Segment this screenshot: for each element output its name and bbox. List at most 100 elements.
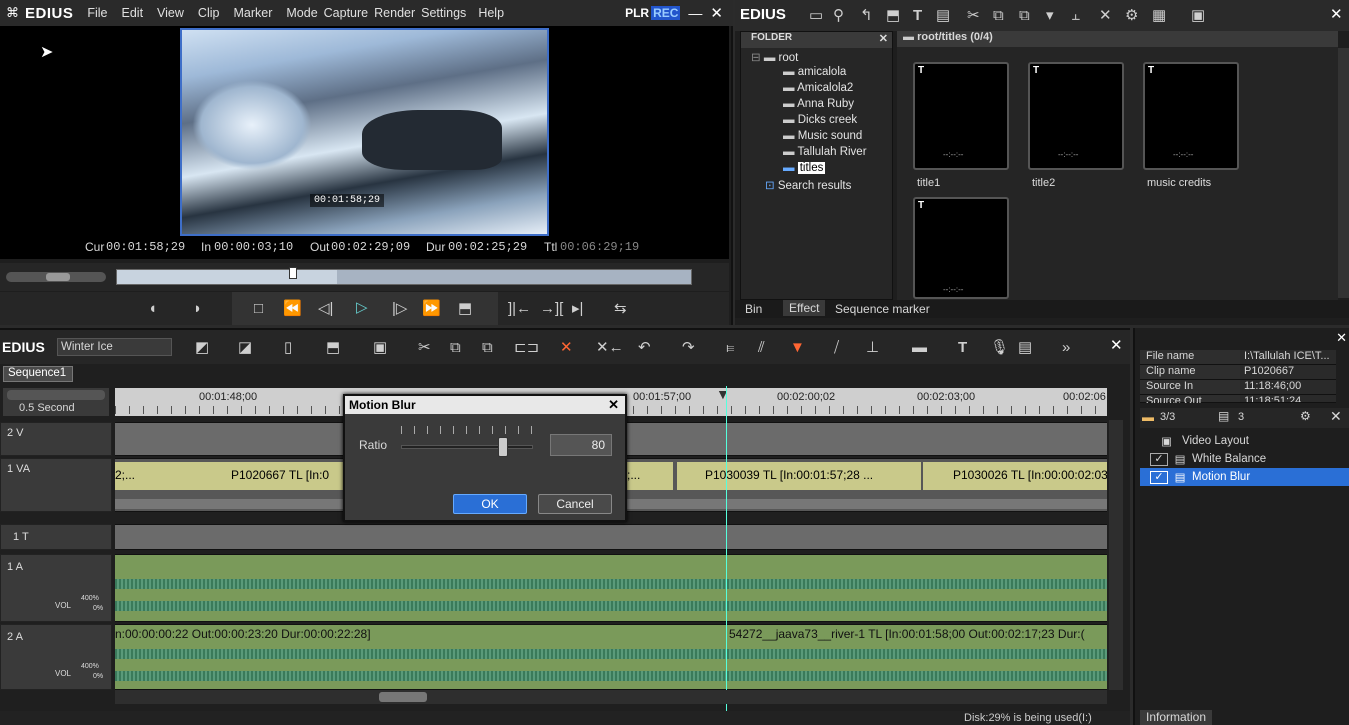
- menu-help[interactable]: Help: [478, 6, 504, 20]
- filter-list-icon[interactable]: ▤: [1218, 409, 1229, 423]
- close-icon[interactable]: ✕: [710, 4, 723, 22]
- info-close-icon[interactable]: ✕: [1336, 330, 1347, 346]
- plr-mode-button[interactable]: PLR: [625, 6, 649, 20]
- new-folder-icon[interactable]: ▭: [809, 8, 823, 23]
- filter-item-video-layout[interactable]: ▣ Video Layout: [1140, 432, 1349, 450]
- track-header-2v[interactable]: 2 V: [0, 422, 112, 456]
- play-loop-icon[interactable]: ⬒: [458, 301, 472, 316]
- play-icon[interactable]: ▷: [356, 300, 368, 315]
- tab-bin[interactable]: Bin: [745, 302, 762, 316]
- menu-render[interactable]: Render: [374, 6, 415, 20]
- ratio-input[interactable]: 80: [550, 434, 612, 456]
- properties-icon[interactable]: ⚙: [1125, 8, 1138, 23]
- stop-icon[interactable]: □: [254, 301, 263, 316]
- video-clip[interactable]: ;...: [625, 462, 673, 490]
- add-clip-icon[interactable]: ⬒: [886, 8, 900, 23]
- bin-settings-icon[interactable]: ▣: [1191, 8, 1205, 23]
- ripple-delete-icon[interactable]: ✕←: [596, 340, 624, 355]
- set-in-icon[interactable]: ◖: [148, 301, 157, 316]
- step-forward-icon[interactable]: |▷: [392, 301, 407, 316]
- bin-scrollbar[interactable]: [1338, 48, 1349, 298]
- split-icon[interactable]: ⫽: [758, 340, 765, 355]
- ok-button[interactable]: OK: [453, 494, 527, 514]
- tree-item-amicalola[interactable]: ▬ amicalola: [741, 66, 892, 82]
- cut-clip-icon[interactable]: ✂: [418, 340, 431, 355]
- view-mode-icon[interactable]: ▦: [1152, 8, 1166, 23]
- fast-forward-icon[interactable]: ⏩: [422, 301, 441, 316]
- filter-item-white-balance[interactable]: ✓ ▤ White Balance: [1140, 450, 1349, 468]
- ripple-icon[interactable]: ⊏⊐: [514, 340, 539, 355]
- zoom-slider[interactable]: [7, 390, 105, 400]
- folder-close-icon[interactable]: ✕: [879, 32, 888, 45]
- minimize-icon[interactable]: —: [688, 5, 702, 21]
- link-icon[interactable]: ▬: [912, 340, 927, 355]
- position-bar[interactable]: [116, 267, 692, 285]
- menu-clip[interactable]: Clip: [198, 6, 220, 20]
- sequence-tab[interactable]: Sequence1: [3, 366, 73, 382]
- print-to-tape-icon[interactable]: ▤: [1018, 340, 1032, 355]
- search-icon[interactable]: ⚲: [833, 8, 844, 23]
- tab-information[interactable]: Information: [1140, 710, 1213, 725]
- paste-icon[interactable]: ⧉: [1019, 8, 1030, 23]
- snap-icon[interactable]: ⫢: [726, 340, 735, 355]
- rewind-icon[interactable]: ⏪: [283, 301, 302, 316]
- menu-mode[interactable]: Mode: [286, 6, 317, 20]
- new-project-icon[interactable]: ▯: [284, 340, 292, 355]
- video-clip[interactable]: 2;... P1020667 TL [In:0: [115, 462, 345, 490]
- more-icon[interactable]: »: [1062, 340, 1070, 355]
- send-to-timeline-icon[interactable]: ⫠: [1071, 8, 1080, 23]
- ratio-slider-handle[interactable]: [498, 437, 508, 457]
- tree-item-anna-ruby[interactable]: ▬ Anna Ruby: [741, 98, 892, 114]
- save-icon[interactable]: ▣: [373, 340, 387, 355]
- step-back-icon[interactable]: ◁|: [318, 301, 333, 316]
- open-sequence-icon[interactable]: ◪: [238, 340, 252, 355]
- lane-1a[interactable]: [115, 554, 1107, 622]
- tree-item-dicks-creek[interactable]: ▬ Dicks creek: [741, 114, 892, 130]
- tree-item-search-results[interactable]: ⊡ Search results: [741, 178, 892, 194]
- title-thumbnail[interactable]: T --:--:--: [913, 62, 1009, 170]
- title-thumbnail[interactable]: T --:--:--: [1143, 62, 1239, 170]
- checkbox-icon[interactable]: ✓: [1150, 452, 1168, 466]
- undo-icon[interactable]: ↶: [638, 340, 651, 355]
- menu-marker[interactable]: Marker: [233, 6, 272, 20]
- timescale-label[interactable]: 0.5 Second: [19, 402, 75, 414]
- delete-clip-icon[interactable]: ✕: [560, 340, 573, 355]
- pin-icon[interactable]: ▾: [1046, 8, 1054, 23]
- copy-clip-icon[interactable]: ⧉: [450, 340, 461, 355]
- video-clip[interactable]: P1030039 TL [In:00:01:57;28 ...: [677, 462, 921, 490]
- track-header-1a[interactable]: 1 A VOL 400% 0%: [0, 554, 112, 622]
- menu-view[interactable]: View: [157, 6, 184, 20]
- dialog-close-icon[interactable]: ✕: [608, 396, 619, 414]
- up-folder-icon[interactable]: ↰: [860, 8, 873, 23]
- lane-1t[interactable]: [115, 524, 1107, 550]
- track-header-1va[interactable]: 1 VA: [0, 458, 112, 512]
- new-sequence-icon[interactable]: ◩: [195, 340, 209, 355]
- playhead-handle[interactable]: [289, 267, 297, 279]
- open-project-icon[interactable]: ⬒: [326, 340, 340, 355]
- timeline-close-icon[interactable]: ✕: [1110, 336, 1123, 354]
- delete-filter-icon[interactable]: ✕: [1330, 408, 1342, 425]
- properties-icon[interactable]: ⚙: [1300, 409, 1311, 423]
- checkbox-icon[interactable]: ✓: [1150, 470, 1168, 484]
- menu-edit[interactable]: Edit: [122, 6, 144, 20]
- project-name-field[interactable]: Winter Ice: [57, 338, 172, 356]
- rec-mode-button[interactable]: REC: [651, 6, 681, 20]
- filter-item-motion-blur[interactable]: ✓ ▤ Motion Blur: [1140, 468, 1349, 486]
- track-header-2a[interactable]: 2 A VOL 400% 0%: [0, 624, 112, 690]
- video-clip[interactable]: P1030026 TL [In:00:00:02:03: [923, 462, 1107, 490]
- cut-icon[interactable]: ✂: [967, 8, 980, 23]
- menu-file[interactable]: File: [87, 6, 107, 20]
- tree-item-root[interactable]: ⊟ ▬ root: [741, 50, 892, 66]
- title-thumbnail[interactable]: T --:--:--: [913, 197, 1009, 299]
- voice-over-icon[interactable]: 🎙: [990, 340, 1009, 355]
- delete-icon[interactable]: ✕: [1099, 8, 1112, 23]
- tree-item-amicalola2[interactable]: ▬ Amicalola2: [741, 82, 892, 98]
- bin-close-icon[interactable]: ✕: [1330, 5, 1343, 23]
- shuttle-slider[interactable]: [6, 272, 106, 282]
- redo-icon[interactable]: ↷: [682, 340, 695, 355]
- lane-2a[interactable]: n:00:00:00:22 Out:00:00:23:20 Dur:00:00:…: [115, 624, 1107, 690]
- track-header-1t[interactable]: 1 T: [0, 524, 112, 550]
- output-icon[interactable]: ⇆: [614, 301, 627, 316]
- color-bars-icon[interactable]: ▤: [936, 8, 950, 23]
- horizontal-scrollbar[interactable]: [115, 690, 1107, 704]
